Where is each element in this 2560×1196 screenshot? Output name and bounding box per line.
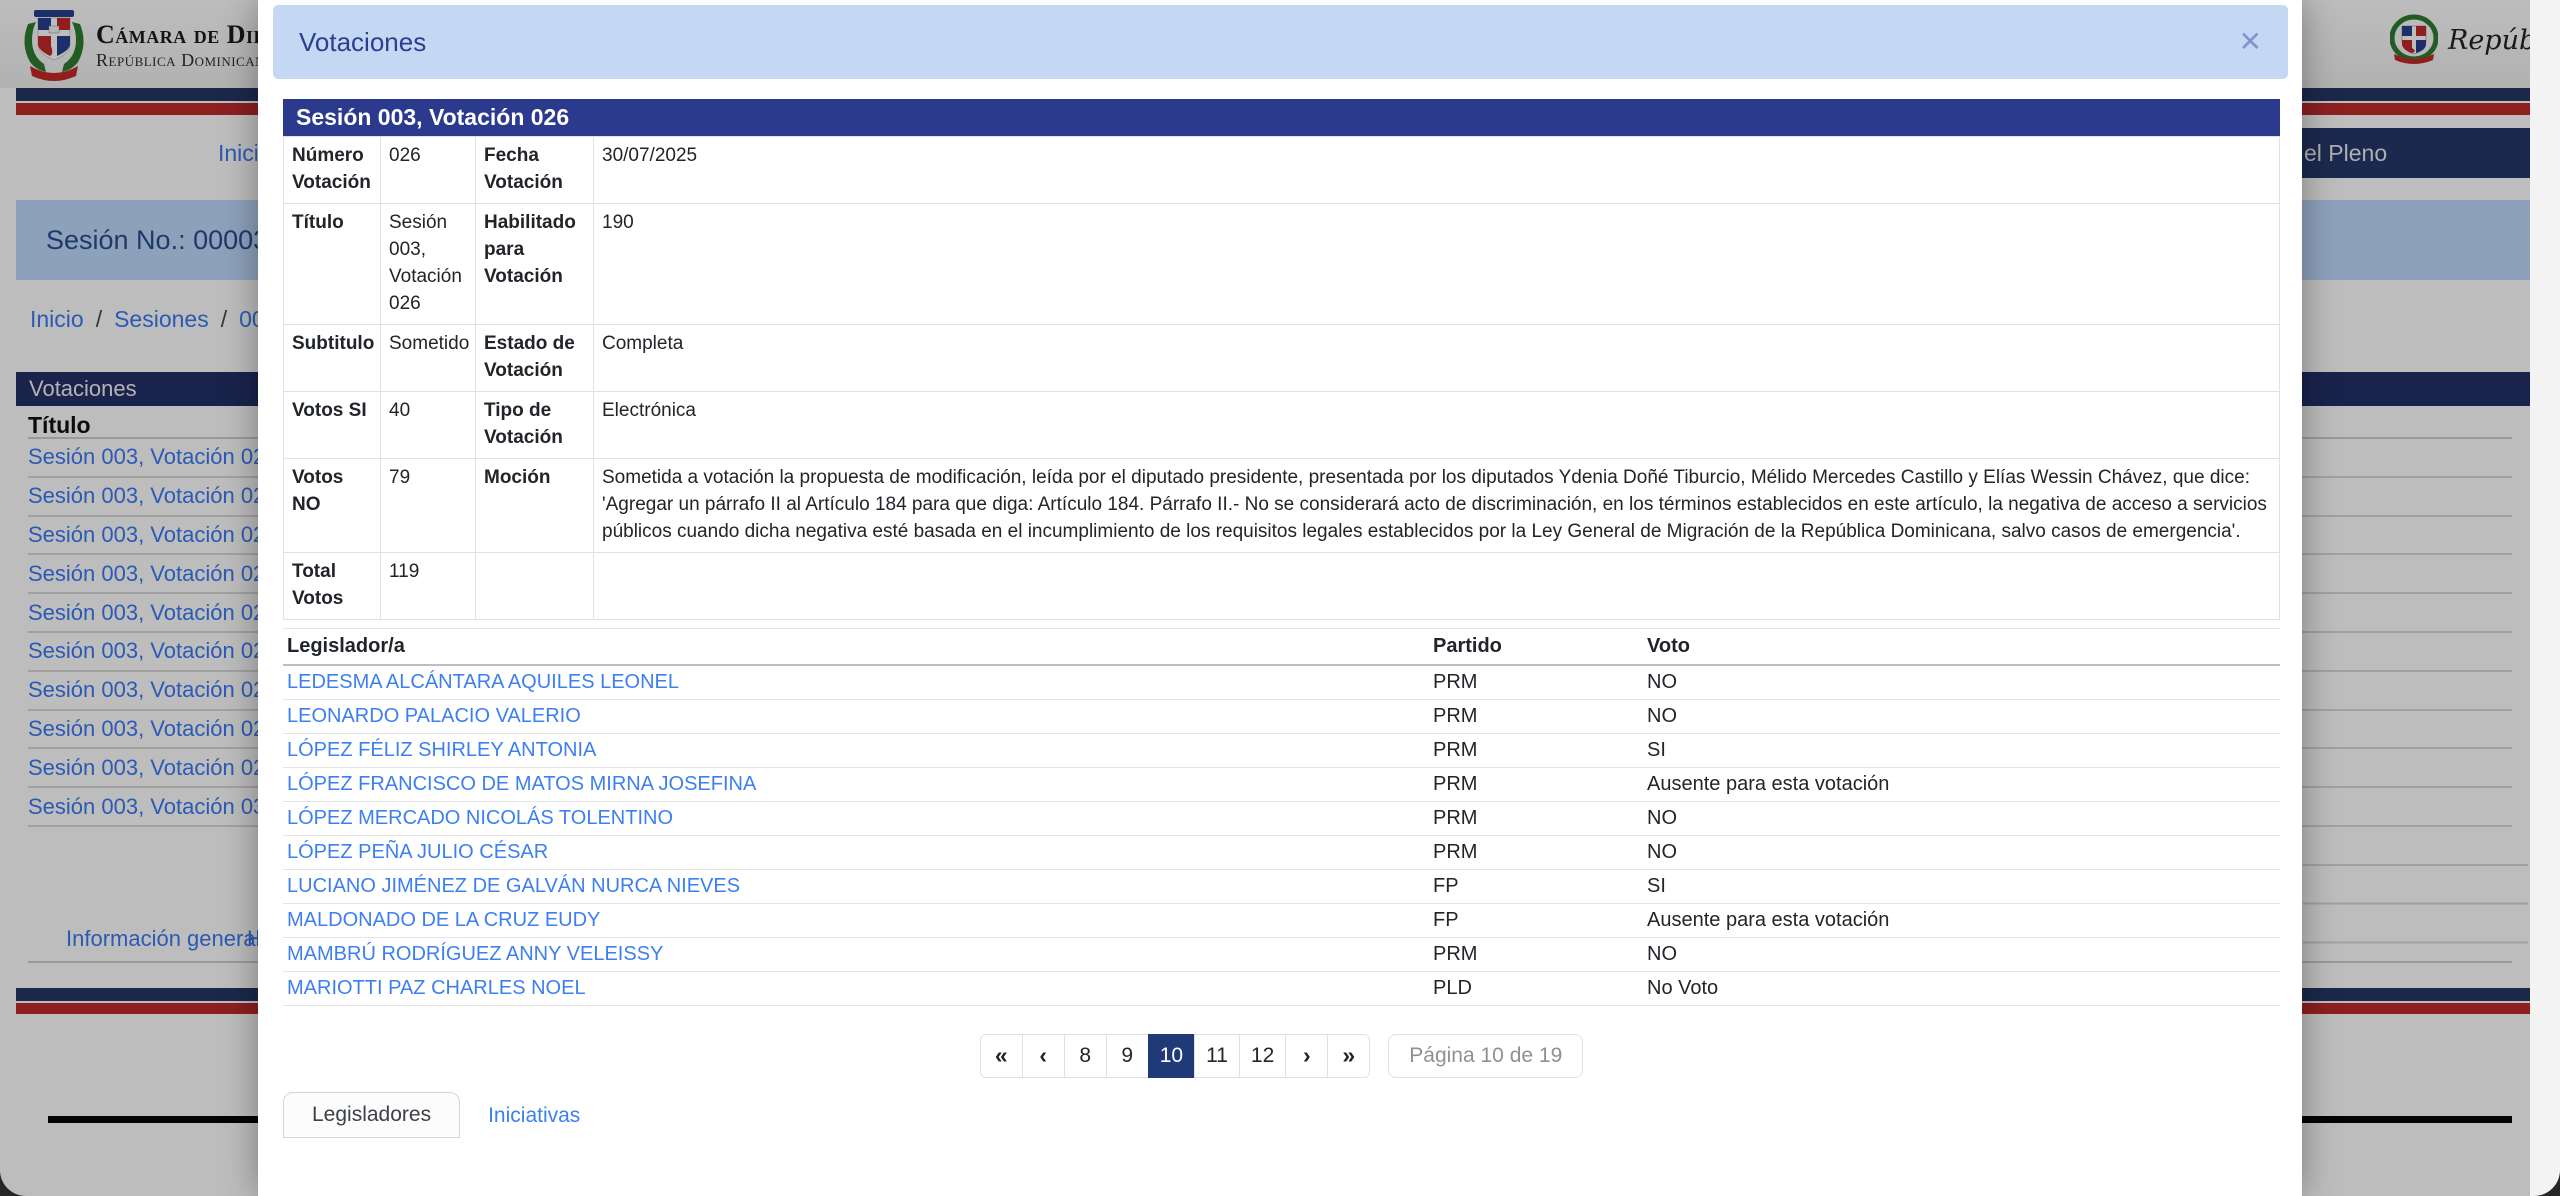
legislator-vote: SI xyxy=(1643,869,2280,904)
votaciones-modal: Votaciones ✕ Sesión 003, Votación 026 Nú… xyxy=(258,0,2302,1196)
legislator-vote: No Voto xyxy=(1643,971,2280,1006)
legislator-party: PRM xyxy=(1429,767,1643,802)
legislators-header-row: Legislador/a Partido Voto xyxy=(283,627,2280,666)
legislator-party: FP xyxy=(1429,869,1643,904)
pagination-status: Página 10 de 19 xyxy=(1388,1033,1584,1078)
scrollbar-gutter xyxy=(2530,0,2560,1196)
detail-label xyxy=(475,551,594,620)
detail-label: Número Votación xyxy=(283,136,381,204)
pagination-page-11[interactable]: 11 xyxy=(1194,1033,1240,1078)
legislator-link[interactable]: MALDONADO DE LA CRUZ EUDY xyxy=(287,909,600,931)
pagination-items: «‹ 8 9 10 11 12 ›» xyxy=(979,1033,1371,1078)
vote-detail-row: Subtitulo Sometido Estado de Votación Co… xyxy=(283,323,2280,392)
pagination-prev-button[interactable]: ‹ xyxy=(1021,1033,1065,1078)
vote-detail-row: Votos SI 40 Tipo de Votación Electrónica xyxy=(283,390,2280,459)
tab-legisladores[interactable]: Legisladores xyxy=(283,1091,461,1138)
detail-value: 190 xyxy=(593,202,2280,325)
detail-value: 30/07/2025 xyxy=(593,136,2280,204)
legislator-vote: NO xyxy=(1643,835,2280,870)
pagination-page-10[interactable]: 10 xyxy=(1147,1033,1196,1078)
legislator-row: LEONARDO PALACIO VALERIO PRM NO xyxy=(283,699,2280,734)
vote-detail-row: Total Votos 119 xyxy=(283,551,2280,620)
legislator-party: FP xyxy=(1429,903,1643,938)
legislator-row: MAMBRÚ RODRÍGUEZ ANNY VELEISSY PRM NO xyxy=(283,937,2280,972)
detail-value: Sesión 003, Votación 026 xyxy=(380,202,476,325)
legislator-row: LUCIANO JIMÉNEZ DE GALVÁN NURCA NIEVES F… xyxy=(283,869,2280,904)
legislator-link[interactable]: LÓPEZ PEÑA JULIO CÉSAR xyxy=(287,841,548,863)
detail-value: 40 xyxy=(380,390,476,459)
pagination-last-button[interactable]: » xyxy=(1327,1033,1371,1078)
vote-detail-header: Sesión 003, Votación 026 xyxy=(283,99,2280,136)
vote-detail-row: Votos NO 79 Moción Sometida a votación l… xyxy=(283,457,2280,553)
modal-header: Votaciones ✕ xyxy=(273,5,2288,79)
legislator-party: PRM xyxy=(1429,699,1643,734)
detail-label: Estado de Votación xyxy=(475,323,594,392)
vote-detail-table: Número Votación 026 Fecha Votación 30/07… xyxy=(283,136,2280,620)
legislator-vote: Ausente para esta votación xyxy=(1643,767,2280,802)
pagination-page-8[interactable]: 8 xyxy=(1063,1033,1107,1078)
detail-label: Fecha Votación xyxy=(475,136,594,204)
legislator-row: MALDONADO DE LA CRUZ EUDY FP Ausente par… xyxy=(283,903,2280,938)
detail-label: Habilitado para Votación xyxy=(475,202,594,325)
detail-label: Subtitulo xyxy=(283,323,381,392)
legislator-party: PRM xyxy=(1429,835,1643,870)
legislator-party: PRM xyxy=(1429,733,1643,768)
legislator-vote: NO xyxy=(1643,699,2280,734)
column-header-voto: Voto xyxy=(1643,627,2280,666)
legislator-link[interactable]: LÓPEZ FRANCISCO DE MATOS MIRNA JOSEFINA xyxy=(287,773,756,795)
pagination-first-button[interactable]: « xyxy=(979,1033,1023,1078)
legislator-link[interactable]: LUCIANO JIMÉNEZ DE GALVÁN NURCA NIEVES xyxy=(287,875,740,897)
browser-window: Cámara de Diputados República Dominicana… xyxy=(0,0,2560,1196)
legislator-link[interactable]: LÓPEZ MERCADO NICOLÁS TOLENTINO xyxy=(287,807,673,829)
legislator-party: PRM xyxy=(1429,937,1643,972)
legislator-party: PRM xyxy=(1429,664,1643,700)
legislator-row: LÓPEZ MERCADO NICOLÁS TOLENTINO PRM NO xyxy=(283,801,2280,836)
vote-detail-row: Número Votación 026 Fecha Votación 30/07… xyxy=(283,136,2280,204)
legislator-vote: Ausente para esta votación xyxy=(1643,903,2280,938)
detail-label: Votos NO xyxy=(283,457,381,553)
tab-iniciativas[interactable]: Iniciativas xyxy=(460,1094,608,1138)
detail-value: 119 xyxy=(380,551,476,620)
pagination-next-button[interactable]: › xyxy=(1285,1033,1329,1078)
modal-title: Votaciones xyxy=(299,26,427,57)
legislator-vote: NO xyxy=(1643,801,2280,836)
detail-label: Votos SI xyxy=(283,390,381,459)
detail-value: Completa xyxy=(593,323,2280,392)
detail-label: Moción xyxy=(475,457,594,553)
legislator-link[interactable]: LEONARDO PALACIO VALERIO xyxy=(287,705,581,727)
column-header-partido: Partido xyxy=(1429,627,1643,666)
legislator-link[interactable]: MAMBRÚ RODRÍGUEZ ANNY VELEISSY xyxy=(287,943,663,965)
column-header-legislador: Legislador/a xyxy=(283,627,1429,666)
pagination-page-12[interactable]: 12 xyxy=(1238,1033,1287,1078)
vote-detail-row: Título Sesión 003, Votación 026 Habilita… xyxy=(283,202,2280,325)
legislator-vote: NO xyxy=(1643,937,2280,972)
detail-value xyxy=(593,551,2280,620)
legislator-row: LEDESMA ALCÁNTARA AQUILES LEONEL PRM NO xyxy=(283,664,2280,700)
legislators-table: Legislador/a Partido Voto LEDESMA ALCÁNT… xyxy=(283,627,2280,1006)
close-icon[interactable]: ✕ xyxy=(2239,28,2262,56)
legislator-party: PRM xyxy=(1429,801,1643,836)
detail-value: 026 xyxy=(380,136,476,204)
detail-label: Título xyxy=(283,202,381,325)
detail-value: Sometido xyxy=(380,323,476,392)
pagination-page-9[interactable]: 9 xyxy=(1105,1033,1149,1078)
detail-value: Sometida a votación la propuesta de modi… xyxy=(593,457,2280,553)
legislator-link[interactable]: LEDESMA ALCÁNTARA AQUILES LEONEL xyxy=(287,671,679,693)
detail-label: Tipo de Votación xyxy=(475,390,594,459)
legislator-row: LÓPEZ PEÑA JULIO CÉSAR PRM NO xyxy=(283,835,2280,870)
legislator-row: MARIOTTI PAZ CHARLES NOEL PLD No Voto xyxy=(283,971,2280,1006)
legislator-vote: SI xyxy=(1643,733,2280,768)
legislator-party: PLD xyxy=(1429,971,1643,1006)
modal-tabs: Legisladores Iniciativas xyxy=(283,1091,2280,1138)
detail-value: Electrónica xyxy=(593,390,2280,459)
legislator-link[interactable]: LÓPEZ FÉLIZ SHIRLEY ANTONIA xyxy=(287,739,596,761)
screen: Cámara de Diputados República Dominicana… xyxy=(0,0,2560,1196)
detail-label: Total Votos xyxy=(283,551,381,620)
legislator-row: LÓPEZ FRANCISCO DE MATOS MIRNA JOSEFINA … xyxy=(283,767,2280,802)
legislator-vote: NO xyxy=(1643,664,2280,700)
pagination: «‹ 8 9 10 11 12 ›» Página 10 de 19 xyxy=(283,1033,2280,1078)
legislator-link[interactable]: MARIOTTI PAZ CHARLES NOEL xyxy=(287,977,586,999)
legislator-row: LÓPEZ FÉLIZ SHIRLEY ANTONIA PRM SI xyxy=(283,733,2280,768)
detail-value: 79 xyxy=(380,457,476,553)
